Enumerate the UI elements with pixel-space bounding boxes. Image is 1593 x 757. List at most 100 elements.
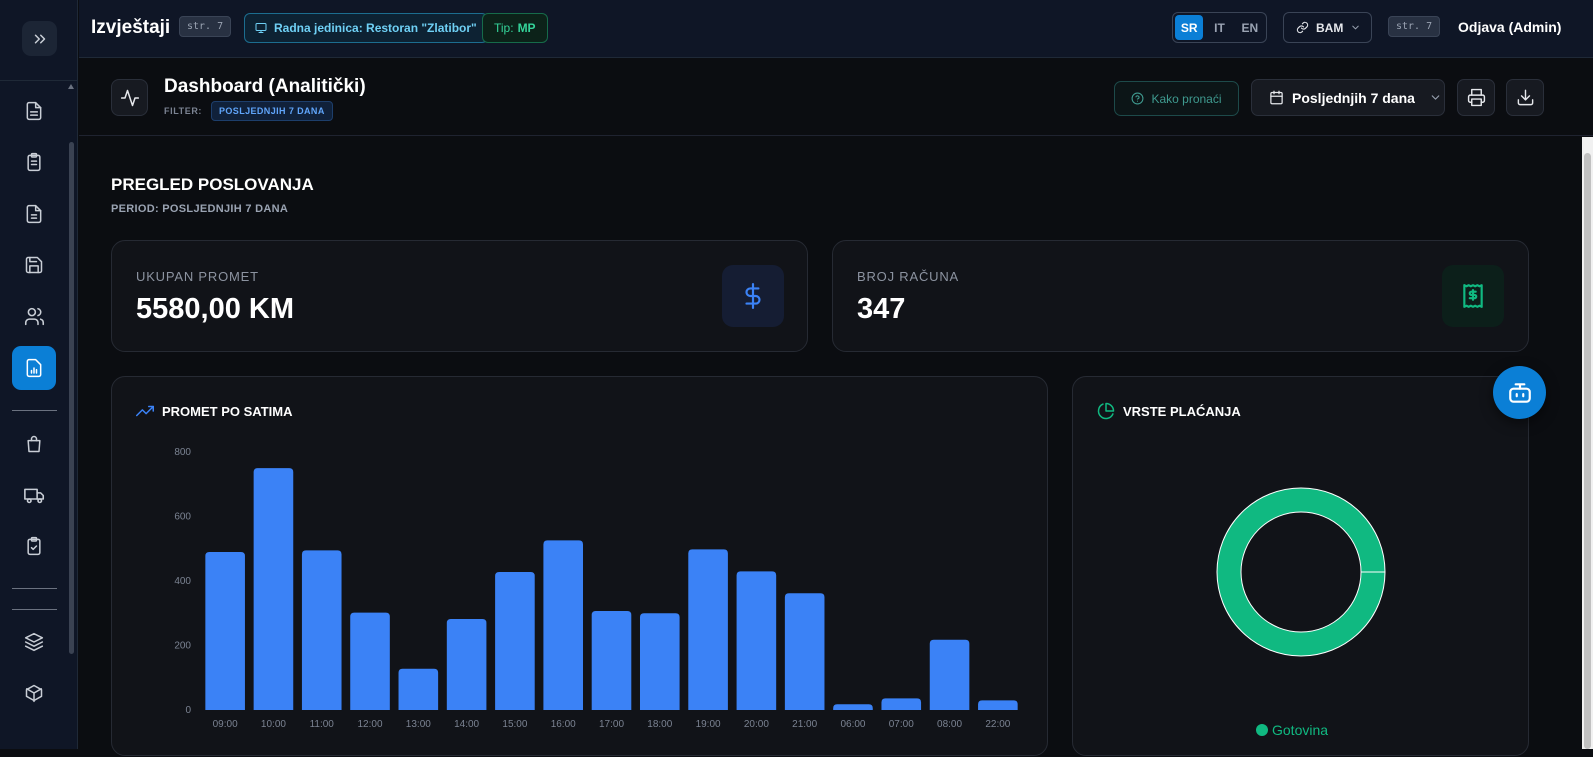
type-chip[interactable]: Tip: MP [482,13,548,43]
sidebar-item-documents[interactable] [12,89,56,133]
chart-bar[interactable] [639,613,680,710]
box-icon [25,684,43,703]
legend-label: Gotovina [1272,722,1328,738]
shortcut-badge: str. 7 [179,16,232,37]
type-chip-value: MP [517,21,536,35]
sidebar-separator [12,609,57,610]
sidebar-item-users[interactable] [12,294,56,338]
sidebar-scrollbar[interactable] [69,142,74,654]
chart-bar[interactable] [881,698,922,710]
sidebar-separator [12,410,57,411]
y-tick-label: 600 [174,512,191,523]
sidebar-separator [12,588,57,589]
chart-bar[interactable] [495,571,535,710]
chart-bar[interactable] [253,468,294,710]
main-content: PREGLED POSLOVANJA PERIOD: POSLJEDNJIH 7… [79,137,1593,756]
sidebar-item-save[interactable] [12,243,56,287]
y-tick-label: 800 [174,447,191,458]
chevron-down-icon [1431,95,1440,100]
type-chip-label: Tip: [494,21,514,35]
lang-it-button[interactable]: IT [1205,15,1233,40]
chart-bar[interactable] [543,540,584,710]
receipts-label: BROJ RAČUNA [857,269,959,284]
currency-dropdown[interactable]: BAM [1283,12,1372,43]
chart-bar[interactable] [301,550,342,710]
chart-bar[interactable] [784,593,825,710]
reports-icon [26,358,42,378]
x-tick-label: 09:00 [213,719,238,730]
sidebar-item-products[interactable] [12,671,56,715]
chart-bar[interactable] [736,571,777,710]
help-button[interactable]: Kako pronaći [1114,81,1239,116]
bot-icon [1508,382,1531,403]
sidebar-item-delivery[interactable] [12,473,56,517]
sidebar-item-layers[interactable] [12,620,56,664]
turnover-icon-box [722,265,784,327]
scroll-up-icon[interactable] [68,84,74,89]
top-bar: Izvještaji str. 7 Radna jedinica: Restor… [79,0,1593,58]
print-button[interactable] [1457,79,1495,116]
assistant-bot-button[interactable] [1493,366,1546,419]
turnover-label: UKUPAN PROMET [136,269,259,284]
unit-chip[interactable]: Radna jedinica: Restoran "Zlatibor" [244,13,488,43]
download-icon [1517,89,1533,106]
unit-chip-label: Radna jedinica: Restoran "Zlatibor" [274,21,477,35]
page-scrollbar[interactable] [1582,137,1593,749]
receipts-card: BROJ RAČUNA 347 [832,240,1529,352]
sidebar-item-tasks[interactable] [12,524,56,568]
sidebar-toggle-button[interactable] [22,21,57,56]
chart-bar[interactable] [591,610,632,710]
shopping-bag-icon [27,435,41,453]
x-tick-label: 06:00 [840,719,865,730]
chart-bar[interactable] [398,668,439,710]
y-tick-label: 0 [185,705,191,716]
download-button[interactable] [1506,79,1544,116]
chart-bar[interactable] [205,551,245,710]
file-text-icon [26,101,42,121]
legend-swatch [1256,724,1268,736]
sidebar-item-invoices[interactable] [12,192,56,236]
layers-icon [24,632,44,652]
sidebar-item-shop[interactable] [12,422,56,466]
printer-icon [1467,88,1485,107]
donut-slice[interactable] [1216,487,1386,657]
x-tick-label: 11:00 [310,719,335,730]
chart-bar[interactable] [833,704,873,710]
chart-bar[interactable] [978,700,1018,710]
x-tick-label: 17:00 [599,719,624,730]
save-icon [25,256,43,274]
help-button-label: Kako pronaći [1151,91,1222,106]
chart-bar[interactable] [446,619,487,710]
chart-bar[interactable] [929,639,970,710]
x-tick-label: 16:00 [551,719,576,730]
logout-button[interactable]: Odjava (Admin) [1458,19,1561,35]
date-range-dropdown[interactable]: Posljednjih 7 dana [1251,79,1445,116]
x-tick-label: 18:00 [647,719,672,730]
sidebar-item-orders[interactable] [12,140,56,184]
x-tick-label: 20:00 [744,719,769,730]
monitor-icon [255,23,267,33]
overview-title: PREGLED POSLOVANJA [111,175,314,194]
activity-icon [120,89,139,106]
x-tick-label: 19:00 [696,719,721,730]
page-icon [111,79,148,116]
x-tick-label: 12:00 [358,719,383,730]
file-icon [26,204,42,224]
filter-label: FILTER: [164,106,203,116]
app-title: Izvještaji [91,17,171,38]
hourly-bar-chart: 0 200 400 600 800 09:00 10:00 11:00 12:00 13:00 14… [174,447,1018,730]
x-tick-label: 22:00 [985,719,1010,730]
turnover-value: 5580,00 KM [136,293,294,325]
users-icon [24,307,44,325]
lang-sr-button[interactable]: SR [1175,15,1204,40]
sidebar-item-reports[interactable] [12,346,56,390]
chart-bar[interactable] [350,612,390,710]
x-tick-label: 21:00 [792,719,817,730]
date-range-label: Posljednjih 7 dana [1292,89,1415,106]
lang-en-button[interactable]: EN [1236,15,1264,40]
page-scrollbar-thumb[interactable] [1584,153,1591,749]
chevron-down-icon [1352,25,1360,30]
filter-badge: POSLJEDNJIH 7 DANA [211,101,333,121]
receipts-value: 347 [857,293,906,325]
chart-bar[interactable] [688,549,728,710]
